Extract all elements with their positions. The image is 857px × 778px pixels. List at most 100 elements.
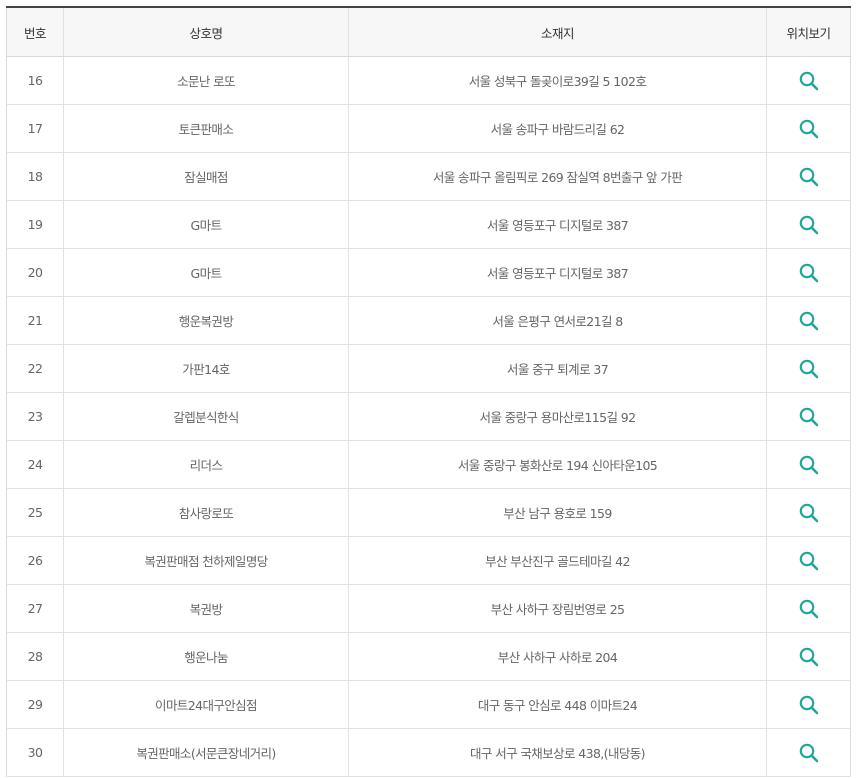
row-location-cell [766,488,851,537]
row-number: 20 [6,248,64,297]
row-number: 25 [6,488,64,537]
view-location-button[interactable] [798,214,820,236]
row-location-cell [766,536,851,585]
row-number: 16 [6,56,64,105]
view-location-button[interactable] [798,262,820,284]
row-address: 서울 송파구 올림픽로 269 잠실역 8번출구 앞 가판 [348,152,767,201]
search-icon [799,695,818,714]
view-location-button[interactable] [798,694,820,716]
row-store-name: G마트 [63,248,349,297]
row-address: 부산 남구 용호로 159 [348,488,767,537]
row-number: 23 [6,392,64,441]
row-store-name: 복권방 [63,584,349,633]
table-row: 26 복권판매점 천하제일명당 부산 부산진구 골드테마길 42 [6,536,851,585]
table-header: 번호 상호명 소재지 위치보기 [6,7,851,57]
row-number: 24 [6,440,64,489]
row-address: 서울 중구 퇴계로 37 [348,344,767,393]
table-row: 21 행운복권방 서울 은평구 연서로21길 8 [6,296,851,345]
row-location-cell [766,392,851,441]
row-store-name: 참사랑로또 [63,488,349,537]
row-store-name: 행운나눔 [63,632,349,681]
row-number: 29 [6,680,64,729]
row-store-name: 잠실매점 [63,152,349,201]
header-number: 번호 [6,7,64,57]
row-store-name: 소문난 로또 [63,56,349,105]
view-location-button[interactable] [798,550,820,572]
row-location-cell [766,56,851,105]
search-icon [799,551,818,570]
row-address: 대구 동구 안심로 448 이마트24 [348,680,767,729]
row-location-cell [766,584,851,633]
row-number: 17 [6,104,64,153]
view-location-button[interactable] [798,502,820,524]
table-row: 19 G마트 서울 영등포구 디지털로 387 [6,200,851,249]
table-row: 24 리더스 서울 중랑구 봉화산로 194 신아타운105 [6,440,851,489]
view-location-button[interactable] [798,166,820,188]
view-location-button[interactable] [798,70,820,92]
row-number: 22 [6,344,64,393]
search-icon [799,743,818,762]
view-location-button[interactable] [798,598,820,620]
search-icon [799,167,818,186]
table-row: 28 행운나눔 부산 사하구 사하로 204 [6,632,851,681]
row-location-cell [766,248,851,297]
view-location-button[interactable] [798,454,820,476]
store-table: 번호 상호명 소재지 위치보기 16 소문난 로또 서울 성북구 돌곶이로39길… [6,6,851,777]
row-store-name: 토큰판매소 [63,104,349,153]
table-row: 22 가판14호 서울 중구 퇴계로 37 [6,344,851,393]
table-row: 25 참사랑로또 부산 남구 용호로 159 [6,488,851,537]
row-location-cell [766,680,851,729]
table-row: 18 잠실매점 서울 송파구 올림픽로 269 잠실역 8번출구 앞 가판 [6,152,851,201]
table-row: 17 토큰판매소 서울 송파구 바람드리길 62 [6,104,851,153]
row-location-cell [766,440,851,489]
row-address: 서울 은평구 연서로21길 8 [348,296,767,345]
view-location-button[interactable] [798,310,820,332]
view-location-button[interactable] [798,358,820,380]
header-address: 소재지 [348,7,767,57]
view-location-button[interactable] [798,742,820,764]
header-location: 위치보기 [766,7,851,57]
view-location-button[interactable] [798,118,820,140]
search-icon [799,311,818,330]
row-number: 28 [6,632,64,681]
row-location-cell [766,104,851,153]
row-number: 30 [6,728,64,777]
row-location-cell [766,296,851,345]
table-body: 16 소문난 로또 서울 성북구 돌곶이로39길 5 102호 17 토큰판매소… [6,56,851,777]
row-address: 서울 영등포구 디지털로 387 [348,200,767,249]
row-location-cell [766,344,851,393]
search-icon [799,647,818,666]
search-icon [799,455,818,474]
row-number: 27 [6,584,64,633]
search-icon [799,215,818,234]
row-store-name: 갈렙분식한식 [63,392,349,441]
table-row: 16 소문난 로또 서울 성북구 돌곶이로39길 5 102호 [6,56,851,105]
row-address: 부산 사하구 사하로 204 [348,632,767,681]
search-icon [799,407,818,426]
view-location-button[interactable] [798,646,820,668]
search-icon [799,599,818,618]
row-store-name: 이마트24대구안심점 [63,680,349,729]
table-row: 30 복권판매소(서문큰장네거리) 대구 서구 국채보상로 438,(내당동) [6,728,851,777]
row-number: 19 [6,200,64,249]
row-address: 서울 중랑구 용마산로115길 92 [348,392,767,441]
row-store-name: 복권판매소(서문큰장네거리) [63,728,349,777]
row-store-name: G마트 [63,200,349,249]
row-address: 서울 성북구 돌곶이로39길 5 102호 [348,56,767,105]
row-location-cell [766,200,851,249]
view-location-button[interactable] [798,406,820,428]
row-address: 서울 중랑구 봉화산로 194 신아타운105 [348,440,767,489]
row-store-name: 복권판매점 천하제일명당 [63,536,349,585]
row-store-name: 행운복권방 [63,296,349,345]
row-store-name: 리더스 [63,440,349,489]
row-number: 18 [6,152,64,201]
search-icon [799,359,818,378]
row-address: 부산 사하구 장림번영로 25 [348,584,767,633]
header-row: 번호 상호명 소재지 위치보기 [6,7,851,57]
row-location-cell [766,632,851,681]
search-icon [799,119,818,138]
row-address: 대구 서구 국채보상로 438,(내당동) [348,728,767,777]
row-location-cell [766,728,851,777]
table-row: 23 갈렙분식한식 서울 중랑구 용마산로115길 92 [6,392,851,441]
search-icon [799,263,818,282]
